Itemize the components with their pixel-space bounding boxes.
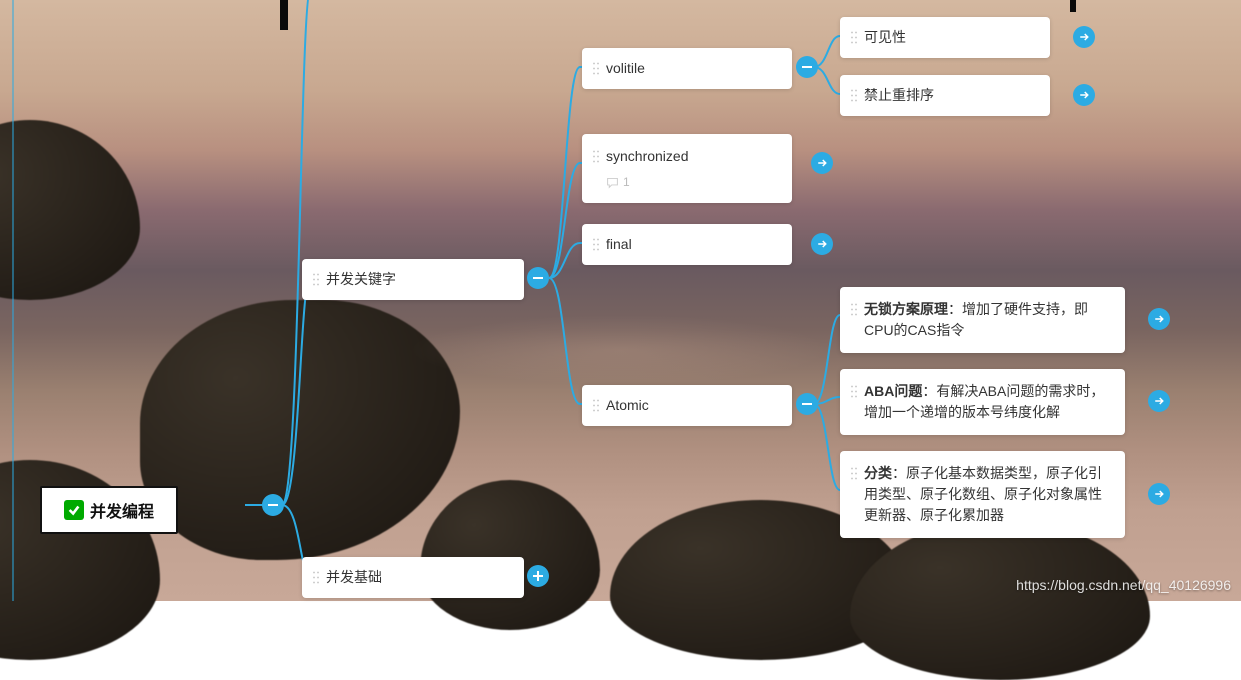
- comment-icon: [606, 176, 619, 189]
- collapse-toggle-keywords[interactable]: [527, 267, 549, 289]
- node-final[interactable]: final: [582, 224, 792, 265]
- drag-handle-icon: [592, 61, 600, 75]
- node-label: volitile: [606, 58, 778, 79]
- drag-handle-icon: [850, 30, 858, 44]
- node-label: 禁止重排序: [864, 85, 1036, 106]
- node-category[interactable]: 分类：原子化基本数据类型，原子化引用类型、原子化数组、原子化对象属性更新器、原子…: [840, 451, 1125, 538]
- collapse-toggle-root[interactable]: [262, 494, 284, 516]
- drag-handle-icon: [592, 149, 600, 163]
- node-label: 并发基础: [326, 567, 510, 588]
- drag-handle-icon: [850, 302, 858, 316]
- expand-arrow-cas[interactable]: [1148, 308, 1170, 330]
- node-label: synchronized: [606, 146, 778, 167]
- expand-arrow-synchronized[interactable]: [811, 152, 833, 174]
- node-label: Atomic: [606, 395, 778, 416]
- node-visibility[interactable]: 可见性: [840, 17, 1050, 58]
- drag-handle-icon: [312, 570, 320, 584]
- collapse-toggle-atomic[interactable]: [796, 393, 818, 415]
- node-no-reorder[interactable]: 禁止重排序: [840, 75, 1050, 116]
- drag-handle-icon: [592, 398, 600, 412]
- node-cas[interactable]: 无锁方案原理：增加了硬件支持，即CPU的CAS指令: [840, 287, 1125, 353]
- comment-indicator[interactable]: 1: [606, 173, 778, 191]
- expand-arrow-category[interactable]: [1148, 483, 1170, 505]
- expand-arrow-aba[interactable]: [1148, 390, 1170, 412]
- node-atomic[interactable]: Atomic: [582, 385, 792, 426]
- drag-handle-icon: [850, 384, 858, 398]
- drag-handle-icon: [850, 466, 858, 480]
- root-label: 并发编程: [90, 498, 154, 522]
- node-text: ABA问题：有解决ABA问题的需求时，增加一个递增的版本号纬度化解: [864, 381, 1111, 423]
- node-text: 分类：原子化基本数据类型，原子化引用类型、原子化数组、原子化对象属性更新器、原子…: [864, 463, 1111, 526]
- node-label: final: [606, 234, 778, 255]
- expand-toggle-basics[interactable]: [527, 565, 549, 587]
- collapse-toggle-volitile[interactable]: [796, 56, 818, 78]
- node-synchronized[interactable]: synchronized 1: [582, 134, 792, 203]
- drag-handle-icon: [312, 272, 320, 286]
- node-volitile[interactable]: volitile: [582, 48, 792, 89]
- watermark: https://blog.csdn.net/qq_40126996: [1016, 577, 1231, 593]
- expand-arrow-no-reorder[interactable]: [1073, 84, 1095, 106]
- node-label: 可见性: [864, 27, 1036, 48]
- node-label: 并发关键字: [326, 269, 510, 290]
- expand-arrow-final[interactable]: [811, 233, 833, 255]
- check-icon: [64, 500, 84, 520]
- comment-count: 1: [623, 173, 630, 191]
- drag-handle-icon: [592, 237, 600, 251]
- node-aba[interactable]: ABA问题：有解决ABA问题的需求时，增加一个递增的版本号纬度化解: [840, 369, 1125, 435]
- expand-arrow-visibility[interactable]: [1073, 26, 1095, 48]
- drag-handle-icon: [850, 88, 858, 102]
- root-node[interactable]: 并发编程: [40, 486, 178, 534]
- node-text: 无锁方案原理：增加了硬件支持，即CPU的CAS指令: [864, 299, 1111, 341]
- node-keywords[interactable]: 并发关键字: [302, 259, 524, 300]
- mindmap-canvas[interactable]: 并发编程 并发关键字 并发基础 volitile synchronized 1 …: [0, 0, 1241, 601]
- node-basics[interactable]: 并发基础: [302, 557, 524, 598]
